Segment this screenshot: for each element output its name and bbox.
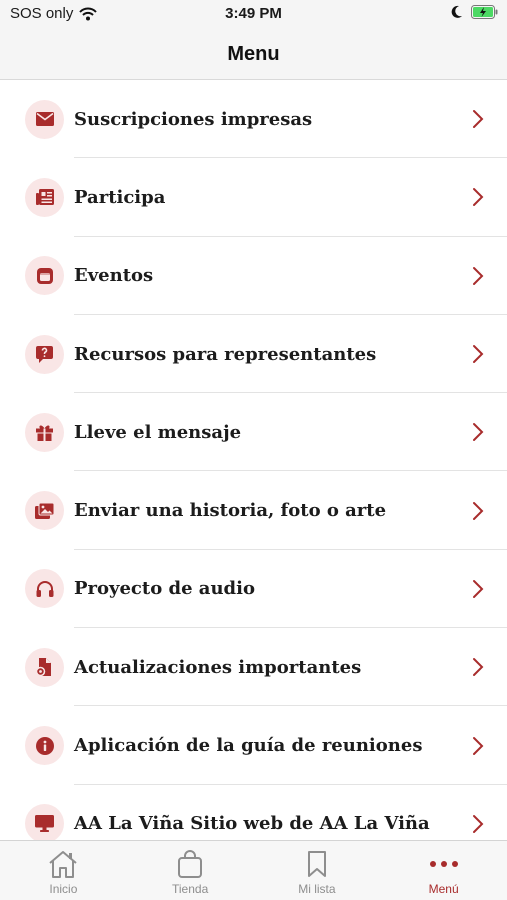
newspaper-icon [25,177,64,217]
status-right [451,5,499,19]
menu-item-label: Proyecto de audio [74,578,255,600]
chevron-right-icon [473,423,484,442]
menu-item-label: Enviar una historia, foto o arte [74,500,387,522]
tab-label: Tienda [172,882,209,896]
battery-charging-icon [471,5,498,19]
chevron-right-icon [473,814,484,833]
menu-item-label: Aplicación de la guía de reuniones [74,735,423,757]
menu-item-guia-reuniones[interactable]: Aplicación de la guía de reuniones [0,706,507,785]
menu-list[interactable]: Suscripciones impresas Participa Eventos… [0,80,507,840]
menu-item-participa[interactable]: Participa [0,158,507,237]
monitor-icon [25,804,64,840]
bag-icon [173,849,207,879]
menu-item-label: Actualizaciones importantes [74,656,362,678]
chevron-right-icon [473,736,484,755]
gift-icon [25,412,64,452]
menu-item-sitio-web[interactable]: AA La Viña Sitio web de AA La Viña [0,785,507,840]
tab-inicio[interactable]: Inicio [0,841,127,900]
menu-item-recursos[interactable]: Recursos para representantes [0,315,507,394]
home-icon [46,849,80,879]
chevron-right-icon [473,501,484,520]
menu-item-label: AA La Viña Sitio web de AA La Viña [74,813,430,835]
more-dots-icon [427,849,461,879]
menu-item-enviar-historia[interactable]: Enviar una historia, foto o arte [0,471,507,550]
chevron-right-icon [473,345,484,364]
images-icon [25,491,64,531]
headphones-icon [25,569,64,609]
chevron-right-icon [473,658,484,677]
tab-label: Mi lista [298,882,336,896]
envelope-icon [25,99,64,139]
tab-bar: Inicio Tienda Mi lista Menú [0,840,507,900]
menu-item-suscripciones[interactable]: Suscripciones impresas [0,80,507,159]
menu-item-label: Recursos para representantes [74,343,377,365]
tab-tienda[interactable]: Tienda [127,841,254,900]
menu-item-proyecto-audio[interactable]: Proyecto de audio [0,550,507,629]
menu-item-eventos[interactable]: Eventos [0,237,507,315]
tab-menu[interactable]: Menú [380,841,507,900]
chevron-right-icon [473,579,484,598]
moon-icon [451,5,462,18]
tab-mi-lista[interactable]: Mi lista [254,841,381,900]
menu-item-label: Lleve el mensaje [74,421,242,443]
chevron-right-icon [473,266,484,285]
menu-item-actualizaciones[interactable]: Actualizaciones importantes [0,628,507,707]
question-bubble-icon [25,334,64,374]
calendar-icon [25,256,64,296]
tab-label: Inicio [49,882,78,896]
status-time: 3:49 PM [225,5,282,22]
file-gear-icon [25,647,64,687]
menu-item-label: Eventos [74,265,154,287]
info-icon [25,726,64,766]
menu-item-label: Suscripciones impresas [74,108,313,130]
tab-label: Menú [428,882,459,896]
chevron-right-icon [473,188,484,207]
bookmark-icon [300,849,334,879]
status-bar: SOS only 3:49 PM [0,0,507,30]
nav-bar: Menu [0,30,507,80]
menu-item-label: Participa [74,186,166,208]
chevron-right-icon [473,110,484,129]
page-title: Menu [227,43,280,65]
menu-item-lleve-mensaje[interactable]: Lleve el mensaje [0,393,507,472]
